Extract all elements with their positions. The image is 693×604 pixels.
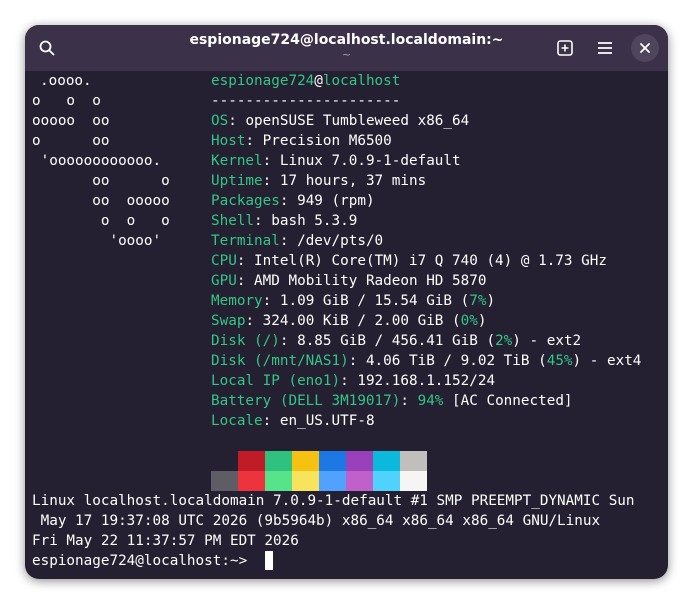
close-icon [640, 43, 650, 53]
color-swatch [346, 451, 373, 471]
logo-line: o o o [32, 213, 170, 229]
shell-prompt[interactable]: espionage724@localhost:~> [32, 551, 256, 571]
info-row-memory: Memory: 1.09 GiB / 15.54 GiB (7%) [211, 293, 496, 309]
uname-output-line: Linux localhost.localdomain 7.0.9-1-defa… [32, 493, 635, 509]
color-swatch [319, 451, 346, 471]
search-icon [39, 40, 55, 56]
info-row-gpu: GPU: AMD Mobility Radeon HD 5870 [211, 273, 487, 289]
info-row-swap: Swap: 324.00 KiB / 2.00 GiB (0%) [211, 313, 487, 329]
info-row-host: Host: Precision M6500 [211, 133, 392, 149]
new-tab-button[interactable] [551, 34, 579, 62]
logo-line: oo o [32, 173, 170, 189]
color-swatch [400, 451, 427, 471]
uname-output-line: May 17 19:37:08 UTC 2026 (9b5964b) x86_6… [32, 513, 601, 529]
window-title: espionage724@localhost.localdomain:~ [189, 32, 504, 48]
logo-line: o oo [32, 133, 110, 149]
username: espionage724 [211, 73, 315, 89]
window-subtitle: ~ [341, 48, 352, 61]
logo-line: ooooo oo [32, 113, 110, 129]
hostname: localhost [322, 73, 401, 89]
info-row-disk-nas: Disk (/mnt/NAS1): 4.06 TiB / 9.02 TiB (4… [211, 353, 642, 369]
main-menu-button[interactable] [591, 34, 619, 62]
logo-line: oo ooooo [32, 193, 170, 209]
info-row-cpu: CPU: Intel(R) Core(TM) i7 Q 740 (4) @ 1.… [211, 253, 607, 269]
color-swatch [292, 471, 319, 491]
hamburger-menu-icon [598, 42, 612, 54]
color-swatch [211, 471, 238, 491]
color-swatch [265, 471, 292, 491]
info-row-packages: Packages: 949 (rpm) [211, 193, 375, 209]
color-swatch [373, 471, 400, 491]
color-swatch [292, 451, 319, 471]
terminal-window: espionage724@localhost.localdomain:~ ~ .… [25, 25, 668, 579]
info-row-kernel: Kernel: Linux 7.0.9-1-default [211, 153, 461, 169]
info-row-shell: Shell: bash 5.3.9 [211, 213, 358, 229]
color-swatch [400, 471, 427, 491]
date-output-line: Fri May 22 11:37:57 PM EDT 2026 [32, 533, 299, 549]
logo-line: 'oooo' [32, 233, 162, 249]
separator-line: ---------------------- [211, 93, 401, 109]
info-row-local-ip: Local IP (eno1): 192.168.1.152/24 [211, 373, 496, 389]
color-swatch [346, 471, 373, 491]
info-row-locale: Locale: en_US.UTF-8 [211, 413, 375, 429]
color-swatch [265, 451, 292, 471]
info-row-os: OS: openSUSE Tumbleweed x86_64 [211, 113, 470, 129]
info-row-uptime: Uptime: 17 hours, 37 mins [211, 173, 427, 189]
color-swatch [238, 471, 265, 491]
color-swatch [319, 471, 346, 491]
close-button[interactable] [631, 34, 659, 62]
text-cursor [265, 551, 273, 570]
info-row-disk-root: Disk (/): 8.85 GiB / 456.41 GiB (2%) - e… [211, 333, 582, 349]
logo-line: .oooo. [40, 73, 92, 89]
color-swatch [373, 451, 400, 471]
color-swatch [211, 451, 238, 471]
user-host-line: espionage724@localhost [211, 71, 400, 91]
at-sign: @ [314, 73, 323, 89]
search-button[interactable] [33, 34, 61, 62]
logo-line: 'oooooooooooo. [32, 153, 162, 169]
new-tab-icon [557, 40, 573, 56]
color-swatch [238, 451, 265, 471]
title-bar: espionage724@localhost.localdomain:~ ~ [25, 25, 668, 71]
info-row-battery: Battery (DELL 3M19017): 94% [AC Connecte… [211, 393, 573, 409]
logo-line: o o o [32, 93, 101, 109]
terminal-area[interactable]: .oooo. o o o ooooo oo o oo 'oooooooooooo… [25, 71, 668, 579]
info-row-terminal: Terminal: /dev/pts/0 [211, 233, 384, 249]
